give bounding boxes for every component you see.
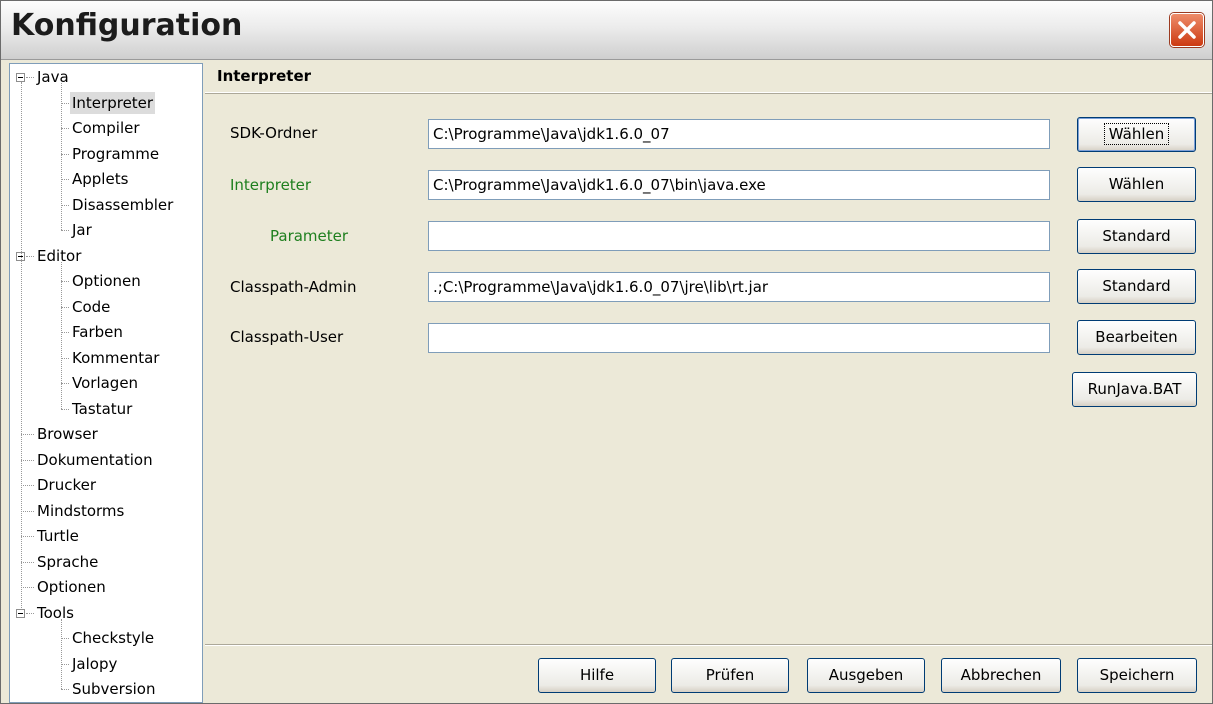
tree-item-label: Vorlagen [72, 374, 139, 392]
tree-item-mindstorms[interactable]: Mindstorms [10, 499, 202, 524]
tree-item-tools[interactable]: Tools [10, 601, 202, 626]
classpath-user-label: Classpath-User [230, 328, 344, 346]
tree-item-tastatur[interactable]: Tastatur [10, 397, 202, 422]
tree-item-label: Compiler [72, 119, 140, 137]
tree-connector [61, 230, 69, 232]
tree-item-label: Interpreter [70, 91, 156, 114]
help-button[interactable]: Hilfe [538, 658, 656, 693]
tree-item-editor[interactable]: Editor [10, 244, 202, 269]
tree-item-label: Editor [37, 246, 82, 265]
tree-item-label: Sprache [37, 552, 99, 571]
classpath-admin-field[interactable]: .;C:\Programme\Java\jdk1.6.0_07\jre\lib\… [428, 272, 1050, 302]
tree-item-label: Checkstyle [72, 629, 155, 647]
tree-item-label: Jalopy [72, 654, 118, 673]
tree-item-sprache[interactable]: Sprache [10, 550, 202, 575]
tree-item-jar[interactable]: Jar [10, 218, 202, 243]
parameter-field[interactable] [428, 221, 1050, 251]
window-title: Konfiguration [11, 8, 243, 43]
tree-item-label: Java [37, 68, 69, 86]
panel-header: Interpreter [205, 63, 1212, 93]
runjava-bat-button[interactable]: RunJava.BAT [1072, 372, 1197, 407]
tree-connector [61, 689, 69, 691]
tree-item-label: Disassembler [72, 195, 174, 214]
collapse-icon[interactable] [16, 608, 25, 618]
sdk-folder-choose-button[interactable]: Wählen [1077, 117, 1196, 152]
tree-item-label: Kommentar [72, 348, 160, 367]
tree-item-drucker[interactable]: Drucker [10, 473, 202, 498]
tree-item-label: Tools [37, 603, 74, 622]
tree-item-label: Turtle [37, 527, 79, 545]
tree-item-applets[interactable]: Applets [10, 167, 202, 192]
tree-item-label: Optionen [72, 272, 141, 290]
tree-item-label: Jar [72, 221, 92, 239]
tree-guide [61, 261, 63, 409]
collapse-icon[interactable] [16, 73, 25, 82]
footer-separator [205, 644, 1212, 645]
tree-item-vorlagen[interactable]: Vorlagen [10, 371, 202, 396]
tree-item-label: Drucker [37, 476, 97, 494]
cancel-button[interactable]: Abbrechen [941, 658, 1061, 693]
interpreter-choose-button[interactable]: Wählen [1077, 167, 1196, 202]
tree-item-disassembler[interactable]: Disassembler [10, 193, 202, 218]
interpreter-label: Interpreter [230, 176, 312, 194]
parameter-label: Parameter [270, 227, 349, 245]
tree-item-label: Optionen [37, 578, 106, 596]
tree-item-label: Applets [72, 170, 129, 188]
tree-connector [26, 255, 34, 258]
tree-guide [61, 618, 63, 689]
tree-item-label: Mindstorms [37, 501, 125, 520]
classpath-user-edit-button[interactable]: Bearbeiten [1077, 320, 1196, 355]
tree-connector [61, 408, 69, 411]
tree-item-turtle[interactable]: Turtle [10, 524, 202, 549]
tree-item-subversion[interactable]: Subversion [10, 677, 202, 702]
sdk-folder-label: SDK-Ordner [230, 124, 318, 142]
close-icon [1178, 21, 1196, 39]
settings-tree[interactable]: Java Interpreter Compiler Programme Applets D… [9, 63, 203, 703]
tree-item-kommentar[interactable]: Kommentar [10, 346, 202, 371]
parameter-standard-button[interactable]: Standard [1077, 219, 1196, 254]
title-bar[interactable]: Konfiguration [1, 1, 1212, 60]
tree-item-optionen[interactable]: Optionen [10, 269, 202, 294]
tree-item-label: Code [72, 297, 111, 316]
tree-item-compiler[interactable]: Compiler [10, 116, 202, 141]
tree-item-label: Subversion [72, 680, 156, 698]
save-button[interactable]: Speichern [1077, 658, 1197, 693]
tree-item-label: Programme [72, 144, 160, 163]
tree-item-dokumentation[interactable]: Dokumentation [10, 448, 202, 473]
tree-item-java[interactable]: Java [10, 65, 202, 90]
tree-item-interpreter[interactable]: Interpreter [10, 91, 202, 116]
classpath-admin-label: Classpath-Admin [230, 278, 357, 296]
sdk-folder-choose-label: Wählen [1103, 123, 1170, 145]
tree-guide [21, 82, 23, 608]
tree-item-programme[interactable]: Programme [10, 142, 202, 167]
classpath-user-field[interactable] [428, 323, 1050, 353]
classpath-admin-standard-button[interactable]: Standard [1077, 269, 1196, 304]
tree-item-code[interactable]: Code [10, 295, 202, 320]
tree-item-label: Dokumentation [37, 450, 153, 469]
tree-item-jalopy[interactable]: Jalopy [10, 652, 202, 677]
tree-item-browser[interactable]: Browser [10, 422, 202, 447]
tree-item-label: Browser [37, 425, 98, 443]
tree-connector [26, 77, 34, 79]
tree-item-label: Farben [72, 323, 123, 341]
interpreter-field[interactable]: C:\Programme\Java\jdk1.6.0_07\bin\java.e… [428, 170, 1050, 200]
tree-guide [61, 83, 63, 230]
close-button[interactable] [1170, 13, 1204, 47]
panel-title: Interpreter [217, 67, 312, 85]
sdk-folder-field[interactable]: C:\Programme\Java\jdk1.6.0_07 [428, 119, 1050, 149]
output-button[interactable]: Ausgeben [807, 658, 925, 693]
tree-item-checkstyle[interactable]: Checkstyle [10, 626, 202, 651]
tree-item-optionen[interactable]: Optionen [10, 575, 202, 600]
tree-item-label: Tastatur [72, 399, 133, 418]
check-button[interactable]: Prüfen [671, 658, 789, 693]
tree-connector [26, 612, 34, 615]
configuration-window: Konfiguration Java Interpreter Compiler Pro… [0, 0, 1213, 704]
tree-item-farben[interactable]: Farben [10, 320, 202, 345]
